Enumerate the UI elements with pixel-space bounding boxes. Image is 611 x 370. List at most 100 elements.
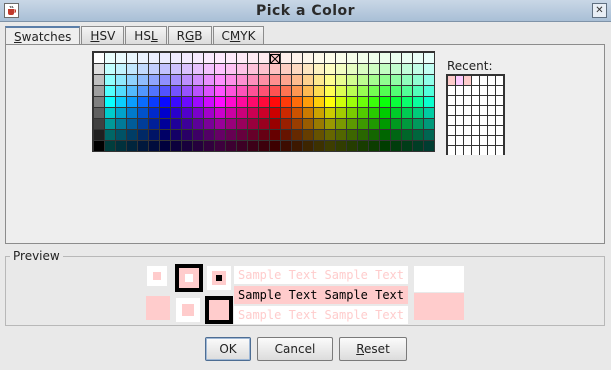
color-swatch[interactable]	[182, 130, 192, 140]
recent-swatch[interactable]	[448, 76, 455, 85]
color-swatch[interactable]	[413, 108, 423, 118]
color-swatch[interactable]	[215, 108, 225, 118]
color-swatch[interactable]	[391, 86, 401, 96]
color-swatch[interactable]	[402, 141, 412, 151]
color-swatch[interactable]	[204, 64, 214, 74]
color-swatch[interactable]	[259, 97, 269, 107]
color-swatch[interactable]	[182, 97, 192, 107]
color-swatch[interactable]	[116, 130, 126, 140]
color-swatch[interactable]	[193, 75, 203, 85]
color-swatch[interactable]	[325, 108, 335, 118]
color-swatch[interactable]	[391, 64, 401, 74]
color-swatch[interactable]	[204, 141, 214, 151]
color-swatch[interactable]	[149, 119, 159, 129]
recent-swatch[interactable]	[448, 106, 455, 115]
color-swatch[interactable]	[204, 75, 214, 85]
color-swatch[interactable]	[325, 141, 335, 151]
recent-swatch[interactable]	[480, 146, 487, 155]
recent-swatch[interactable]	[480, 116, 487, 125]
color-swatch[interactable]	[314, 86, 324, 96]
color-swatch[interactable]	[226, 86, 236, 96]
ok-button[interactable]: OK	[205, 337, 251, 361]
color-swatch[interactable]	[160, 141, 170, 151]
color-swatch[interactable]	[127, 130, 137, 140]
recent-swatch[interactable]	[496, 146, 503, 155]
color-swatch[interactable]	[369, 108, 379, 118]
color-swatch[interactable]	[237, 64, 247, 74]
color-swatch[interactable]	[347, 130, 357, 140]
color-swatch[interactable]	[347, 119, 357, 129]
color-swatch[interactable]	[402, 119, 412, 129]
color-swatch[interactable]	[391, 53, 401, 63]
color-swatch[interactable]	[402, 64, 412, 74]
color-swatch[interactable]	[204, 53, 214, 63]
color-swatch[interactable]	[314, 97, 324, 107]
color-swatch[interactable]	[226, 130, 236, 140]
color-swatch[interactable]	[402, 75, 412, 85]
color-swatch[interactable]	[127, 97, 137, 107]
color-swatch[interactable]	[105, 75, 115, 85]
color-swatch[interactable]	[116, 141, 126, 151]
color-swatch[interactable]	[182, 119, 192, 129]
color-swatch[interactable]	[281, 97, 291, 107]
color-swatch[interactable]	[138, 64, 148, 74]
color-swatch[interactable]	[149, 64, 159, 74]
color-swatch[interactable]	[105, 64, 115, 74]
color-swatch[interactable]	[248, 119, 258, 129]
color-swatch[interactable]	[281, 119, 291, 129]
color-swatch[interactable]	[380, 75, 390, 85]
tab-hsv[interactable]: HSV	[81, 26, 125, 44]
color-swatch[interactable]	[138, 130, 148, 140]
color-swatch[interactable]	[358, 108, 368, 118]
color-swatch[interactable]	[391, 75, 401, 85]
color-swatch[interactable]	[215, 53, 225, 63]
color-swatch[interactable]	[116, 86, 126, 96]
color-swatch[interactable]	[292, 108, 302, 118]
color-swatch[interactable]	[204, 86, 214, 96]
color-swatch[interactable]	[380, 97, 390, 107]
color-swatch[interactable]	[358, 141, 368, 151]
recent-swatch[interactable]	[448, 146, 455, 155]
color-swatch[interactable]	[193, 86, 203, 96]
color-swatch[interactable]	[413, 86, 423, 96]
color-swatch[interactable]	[193, 53, 203, 63]
color-swatch[interactable]	[94, 141, 104, 151]
color-swatch[interactable]	[149, 108, 159, 118]
color-swatch[interactable]	[424, 108, 434, 118]
color-swatch[interactable]	[358, 119, 368, 129]
color-swatch[interactable]	[226, 141, 236, 151]
recent-swatch[interactable]	[464, 126, 471, 135]
color-swatch[interactable]	[281, 86, 291, 96]
color-swatch[interactable]	[182, 53, 192, 63]
color-swatch[interactable]	[182, 86, 192, 96]
color-swatch[interactable]	[413, 130, 423, 140]
color-swatch[interactable]	[160, 108, 170, 118]
color-swatch[interactable]	[270, 108, 280, 118]
color-swatch[interactable]	[336, 53, 346, 63]
color-swatch[interactable]	[336, 108, 346, 118]
color-swatch[interactable]	[193, 119, 203, 129]
color-swatch[interactable]	[391, 130, 401, 140]
color-swatch[interactable]	[314, 53, 324, 63]
color-swatch[interactable]	[160, 97, 170, 107]
color-swatch[interactable]	[292, 75, 302, 85]
color-swatch[interactable]	[424, 75, 434, 85]
color-swatch[interactable]	[303, 108, 313, 118]
color-swatch[interactable]	[149, 53, 159, 63]
recent-swatch[interactable]	[456, 106, 463, 115]
color-swatch[interactable]	[259, 75, 269, 85]
color-swatch[interactable]	[215, 130, 225, 140]
color-swatch[interactable]	[325, 75, 335, 85]
color-swatch[interactable]	[237, 130, 247, 140]
color-swatch[interactable]	[215, 141, 225, 151]
color-swatch[interactable]	[259, 86, 269, 96]
color-swatch[interactable]	[347, 75, 357, 85]
color-swatch[interactable]	[127, 53, 137, 63]
color-swatch[interactable]	[303, 119, 313, 129]
recent-swatch[interactable]	[480, 126, 487, 135]
recent-swatch[interactable]	[480, 96, 487, 105]
color-swatch[interactable]	[413, 75, 423, 85]
color-swatch[interactable]	[248, 130, 258, 140]
color-swatch[interactable]	[94, 53, 104, 63]
color-swatch[interactable]	[215, 86, 225, 96]
